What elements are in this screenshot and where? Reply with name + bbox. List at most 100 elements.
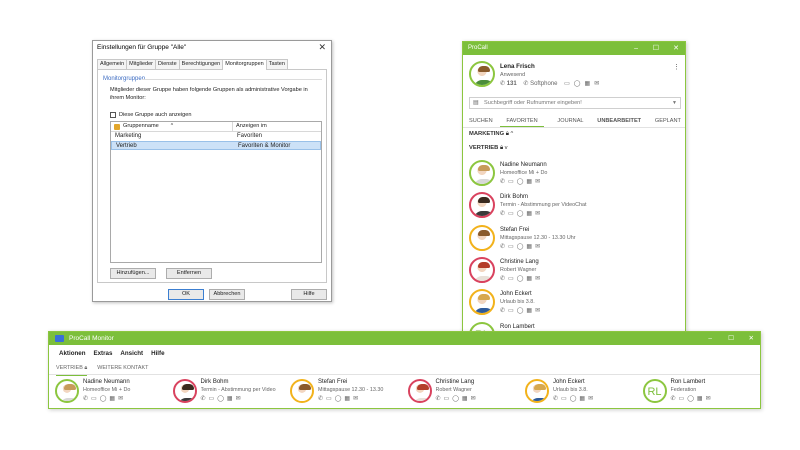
more-icon[interactable]: ⋮	[673, 63, 680, 71]
avatar[interactable]	[469, 224, 495, 251]
calendar-icon[interactable]: ▦	[585, 81, 595, 87]
avatar[interactable]	[469, 289, 495, 316]
video-icon[interactable]: ▭	[209, 396, 218, 402]
avatar[interactable]	[407, 379, 432, 403]
mail-icon[interactable]: ✉	[471, 396, 479, 402]
chat-icon[interactable]: ◯	[687, 396, 697, 402]
phone-icon[interactable]: ✆	[671, 396, 679, 402]
maximize-icon[interactable]: ☐	[728, 332, 734, 345]
monitor-contact[interactable]: Nadine Neumann Homeoffice Mi + Do ✆▭◯▦✉	[55, 379, 170, 407]
tab-dienste[interactable]: Dienste	[155, 59, 180, 69]
tab-tasten[interactable]: Tasten	[265, 59, 288, 69]
mail-icon[interactable]: ✉	[535, 179, 543, 185]
monitor-contact[interactable]: John Eckert Urlaub bis 3.8. ✆▭◯▦✉	[525, 379, 640, 407]
tab-monitorgruppen[interactable]: Monitorgruppen	[222, 59, 267, 70]
chevron-up-icon[interactable]: ^	[510, 131, 513, 137]
calendar-icon[interactable]: ▦	[526, 244, 535, 250]
avatar[interactable]	[469, 160, 495, 186]
chevron-down-icon[interactable]: v	[505, 145, 508, 151]
chat-icon[interactable]: ◯	[517, 179, 527, 185]
chat-icon[interactable]: ◯	[517, 244, 527, 250]
calendar-icon[interactable]: ▦	[227, 396, 236, 402]
video-icon[interactable]: ▭	[561, 396, 570, 402]
group-header-marketing[interactable]: MARKETING 🔒︎ ^	[469, 131, 513, 138]
avatar[interactable]	[172, 379, 197, 403]
close-icon[interactable]: ✕	[749, 332, 754, 345]
mail-icon[interactable]: ✉	[706, 396, 714, 402]
minimize-icon[interactable]: –	[708, 332, 712, 345]
mail-icon[interactable]: ✉	[535, 308, 543, 314]
show-group-checkbox[interactable]: Diese Gruppe auch anzeigen	[110, 112, 191, 118]
calendar-icon[interactable]: ▦	[344, 396, 353, 402]
avatar[interactable]	[469, 61, 495, 87]
mail-icon[interactable]: ✉	[594, 81, 603, 87]
phone-icon[interactable]: ✆	[436, 396, 444, 402]
mail-icon[interactable]: ✉	[535, 276, 543, 282]
mail-icon[interactable]: ✉	[236, 396, 244, 402]
chat-icon[interactable]: ◯	[574, 81, 585, 87]
chevron-down-icon[interactable]: ▼	[672, 98, 677, 108]
add-button[interactable]: Hinzufügen...	[110, 268, 156, 279]
calendar-icon[interactable]: ▦	[526, 276, 535, 282]
tab-berechtigungen[interactable]: Berechtigungen	[178, 59, 224, 69]
phone-icon[interactable]: ✆	[83, 396, 91, 402]
calendar-icon[interactable]: ▦	[697, 396, 706, 402]
chat-icon[interactable]: ◯	[335, 396, 345, 402]
phone-icon[interactable]: ✆	[523, 81, 528, 87]
menu-ansicht[interactable]: Ansicht	[120, 350, 143, 357]
chat-icon[interactable]: ◯	[517, 211, 527, 217]
menu-aktionen[interactable]: Aktionen	[59, 350, 85, 357]
mail-icon[interactable]: ✉	[118, 396, 126, 402]
video-icon[interactable]: ▭	[508, 308, 517, 314]
chat-icon[interactable]: ◯	[517, 276, 527, 282]
search-input[interactable]: ▤ Suchbegriff oder Rufnummer eingeben! ▼	[469, 97, 681, 109]
menu-hilfe[interactable]: Hilfe	[151, 350, 164, 357]
video-icon[interactable]: ▭	[508, 211, 517, 217]
mail-icon[interactable]: ✉	[535, 244, 543, 250]
avatar[interactable]	[469, 192, 495, 219]
group-header-vertrieb[interactable]: VERTRIEB 🔒︎ v	[469, 145, 508, 152]
monitor-contact[interactable]: RL Ron Lambert Federation ✆▭◯▦✉	[642, 379, 758, 407]
phone-icon[interactable]: ✆	[500, 81, 505, 87]
phone-icon[interactable]: ✆	[500, 211, 508, 217]
monitor-contact[interactable]: Stefan Frei Mittagspause 12.30 - 13.30 ✆▭◯…	[290, 379, 405, 407]
column-display[interactable]: Anzeigen im	[233, 122, 267, 131]
chat-icon[interactable]: ◯	[570, 396, 580, 402]
minimize-icon[interactable]: –	[634, 42, 638, 55]
avatar[interactable]	[469, 256, 495, 283]
phone-icon[interactable]: ✆	[500, 276, 508, 282]
tab-mitglieder[interactable]: Mitglieder	[126, 59, 156, 69]
cancel-button[interactable]: Abbrechen	[209, 289, 245, 300]
phone-icon[interactable]: ✆	[500, 244, 508, 250]
phone-icon[interactable]: ✆	[500, 179, 508, 185]
calendar-icon[interactable]: ▦	[526, 211, 535, 217]
close-icon[interactable]: ✕	[673, 42, 679, 55]
checkbox-box[interactable]	[110, 112, 116, 118]
calendar-icon[interactable]: ▦	[462, 396, 471, 402]
avatar[interactable]: RL	[642, 379, 667, 403]
calendar-icon[interactable]: ▦	[526, 308, 535, 314]
calendar-icon[interactable]: ▦	[526, 179, 535, 185]
menu-extras[interactable]: Extras	[93, 350, 112, 357]
video-icon[interactable]: ▭	[679, 396, 688, 402]
avatar[interactable]	[290, 379, 314, 403]
video-icon[interactable]: ▭	[564, 81, 574, 87]
chat-icon[interactable]: ◯	[517, 308, 527, 314]
phone-icon[interactable]: ✆	[318, 396, 326, 402]
avatar[interactable]	[55, 379, 79, 403]
mail-icon[interactable]: ✉	[535, 211, 543, 217]
video-icon[interactable]: ▭	[508, 244, 517, 250]
chat-icon[interactable]: ◯	[452, 396, 462, 402]
monitor-contact[interactable]: Christine Lang Robert Wagner ✆▭◯▦✉	[407, 379, 523, 407]
maximize-icon[interactable]: ☐	[653, 42, 659, 55]
video-icon[interactable]: ▭	[326, 396, 335, 402]
video-icon[interactable]: ▭	[91, 396, 100, 402]
mail-icon[interactable]: ✉	[588, 396, 596, 402]
video-icon[interactable]: ▭	[444, 396, 453, 402]
chat-icon[interactable]: ◯	[217, 396, 227, 402]
column-groupname[interactable]: Gruppenname ^	[111, 122, 233, 131]
calendar-icon[interactable]: ▦	[109, 396, 118, 402]
close-icon[interactable]: ✕	[318, 41, 326, 54]
monitor-contact[interactable]: Dirk Bohm Termin - Abstimmung per Video ✆▭…	[172, 379, 288, 407]
phone-icon[interactable]: ✆	[201, 396, 209, 402]
